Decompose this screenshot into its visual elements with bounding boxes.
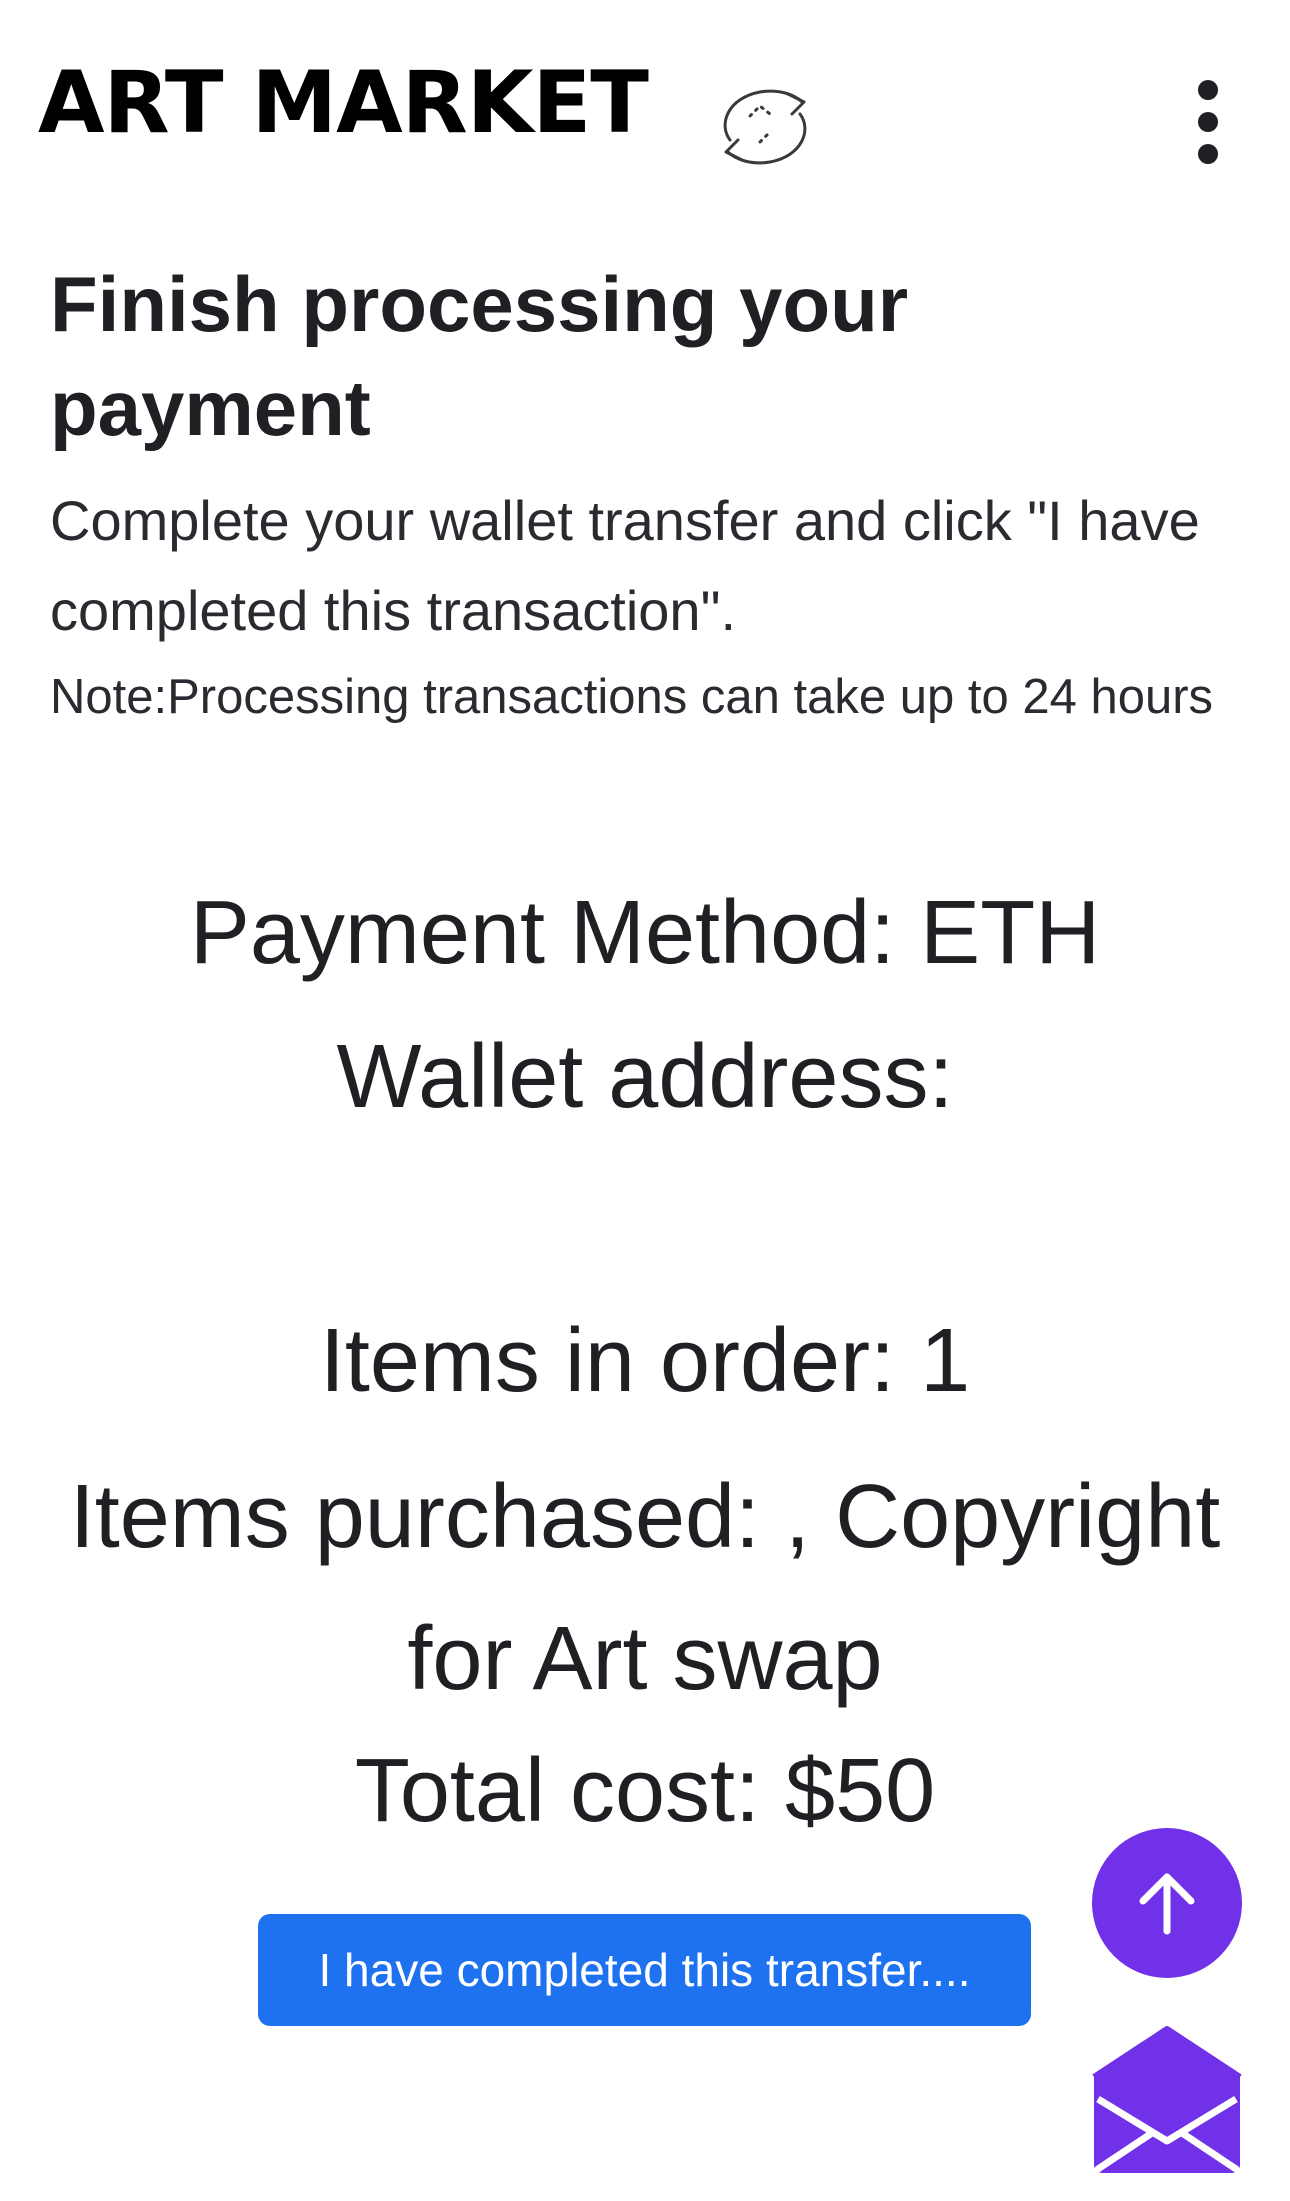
scroll-to-top-button[interactable] bbox=[1092, 1828, 1242, 1978]
kebab-menu-icon[interactable] bbox=[1178, 72, 1238, 172]
mail-icon[interactable] bbox=[1090, 2025, 1244, 2175]
brand-logo[interactable]: ART MARKET bbox=[38, 48, 649, 158]
payment-method: Payment Method: ETH bbox=[189, 883, 1101, 983]
confirm-transfer-button[interactable]: I have completed this transfer.... bbox=[258, 1914, 1031, 2026]
wallet-address-label: Wallet address: bbox=[336, 1027, 954, 1127]
items-purchased: Items purchased: , Copyright for Art swa… bbox=[69, 1467, 1221, 1709]
app-header: ART MARKET bbox=[0, 0, 1290, 200]
processing-note: Note:Processing transactions can take up… bbox=[50, 670, 1214, 724]
sync-arrows-icon bbox=[723, 89, 807, 165]
wallet-address-value[interactable] bbox=[50, 1190, 1230, 1250]
total-cost: Total cost: $50 bbox=[354, 1741, 936, 1841]
arrow-up-icon bbox=[1139, 1873, 1195, 1935]
instructions-text: Complete your wallet transfer and click … bbox=[50, 489, 1200, 642]
items-count: Items in order: 1 bbox=[319, 1311, 971, 1411]
page-title: Finish processing your payment bbox=[50, 260, 909, 452]
